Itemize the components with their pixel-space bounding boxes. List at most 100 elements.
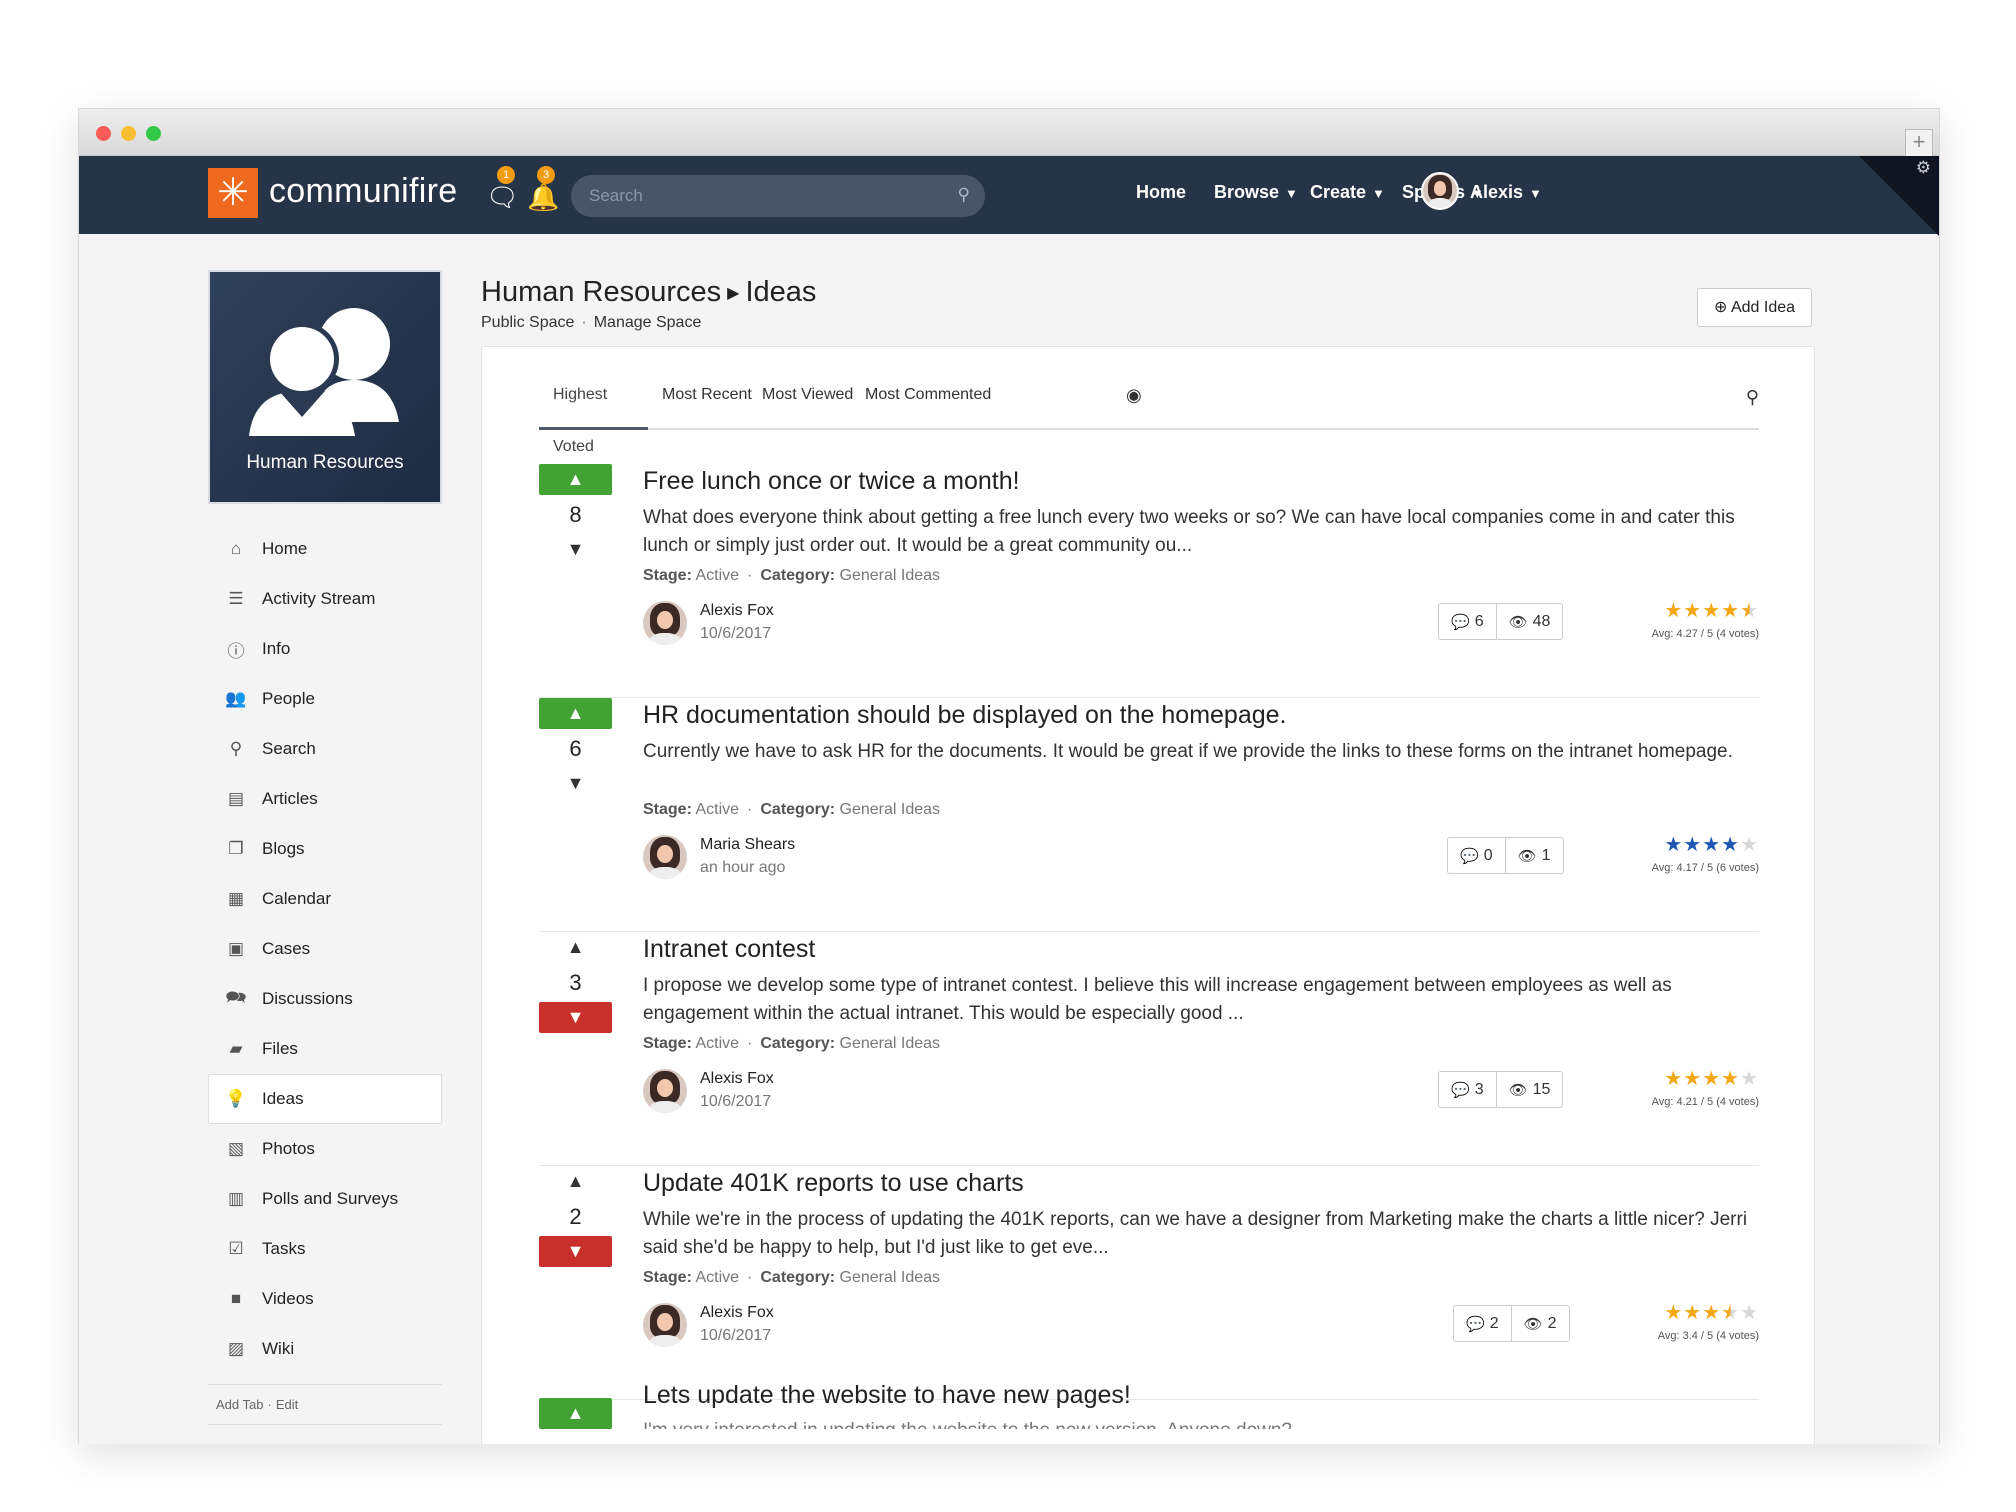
search-icon[interactable]: ⚲ [1746, 387, 1759, 408]
vote-up-button[interactable]: ▲ [539, 1398, 612, 1429]
vote-down-button[interactable]: ▼ [539, 534, 612, 565]
star-icon[interactable]: ★ [1664, 1068, 1683, 1090]
idea-title[interactable]: HR documentation should be displayed on … [643, 701, 1287, 730]
rating-stars[interactable]: ★★★★★ [1652, 832, 1759, 857]
user-avatar[interactable] [1421, 172, 1459, 210]
sidebar-item-cases[interactable]: ▣ Cases [208, 924, 442, 974]
space-title[interactable]: Human Resources [481, 276, 721, 308]
vote-down-button[interactable]: ▼ [539, 768, 612, 799]
search-icon[interactable]: ⚲ [958, 185, 970, 205]
comment-count[interactable]: 💬 3 [1439, 1072, 1496, 1107]
star-icon[interactable]: ★ [1721, 1302, 1740, 1324]
sidebar-item-search[interactable]: ⚲ Search [208, 724, 442, 774]
sidebar-item-wiki[interactable]: ▨ Wiki [208, 1324, 442, 1374]
minimize-window-button[interactable] [121, 126, 136, 141]
global-search[interactable]: ⚲ [571, 175, 985, 217]
star-icon[interactable]: ★ [1664, 1302, 1683, 1324]
star-icon[interactable]: ★ [1702, 600, 1721, 622]
idea-category[interactable]: General Ideas [840, 1035, 941, 1052]
star-icon[interactable]: ★ [1721, 600, 1740, 622]
comment-count[interactable]: 💬 2 [1454, 1306, 1511, 1341]
star-icon[interactable]: ★ [1702, 1302, 1721, 1324]
vote-down-button[interactable]: ▼ [539, 1002, 612, 1033]
vote-up-button[interactable]: ▲ [539, 1166, 612, 1197]
idea-category[interactable]: General Ideas [840, 567, 941, 584]
gear-icon[interactable]: ⚙ [1916, 158, 1931, 178]
vote-up-button[interactable]: ▲ [539, 464, 612, 495]
new-tab-button[interactable]: + [1905, 129, 1933, 157]
author-name[interactable]: Alexis Fox [700, 1304, 774, 1322]
nav-user-menu[interactable]: Alexis ▼ [1470, 182, 1542, 203]
author-name[interactable]: Maria Shears [700, 836, 795, 854]
vote-down-button[interactable]: ▼ [539, 1236, 612, 1267]
idea-title[interactable]: Update 401K reports to use charts [643, 1169, 1024, 1198]
search-input[interactable] [589, 175, 949, 217]
sidebar-item-home[interactable]: ⌂ Home [208, 524, 442, 574]
public-space-link[interactable]: Public Space [481, 314, 574, 331]
author-avatar[interactable] [643, 835, 687, 879]
sidebar-item-activity-stream[interactable]: ☰ Activity Stream [208, 574, 442, 624]
add-tab-link[interactable]: Add Tab [216, 1397, 263, 1412]
sidebar-item-people[interactable]: 👥 People [208, 674, 442, 724]
sidebar-item-tasks[interactable]: ☑ Tasks [208, 1224, 442, 1274]
star-icon[interactable]: ★ [1683, 834, 1702, 856]
communifire-logo[interactable]: ✳ [208, 168, 258, 218]
star-icon[interactable]: ★ [1683, 1068, 1702, 1090]
author-avatar[interactable] [643, 1069, 687, 1113]
sidebar-item-calendar[interactable]: ▦ Calendar [208, 874, 442, 924]
star-icon[interactable]: ★ [1740, 834, 1759, 856]
idea-title[interactable]: Free lunch once or twice a month! [643, 467, 1020, 496]
author-name[interactable]: Alexis Fox [700, 1070, 774, 1088]
star-icon[interactable]: ★ [1683, 1302, 1702, 1324]
star-icon[interactable]: ★ [1721, 834, 1740, 856]
tab-most-recent[interactable]: Most Recent [662, 369, 752, 430]
star-icon[interactable]: ★ [1664, 600, 1683, 622]
author-avatar[interactable] [643, 601, 687, 645]
sidebar-item-articles[interactable]: ▤ Articles [208, 774, 442, 824]
manage-space-link[interactable]: Manage Space [594, 314, 702, 331]
rating-stars[interactable]: ★★★★★ [1652, 1300, 1759, 1325]
space-card[interactable]: Human Resources [208, 270, 442, 504]
close-window-button[interactable] [96, 126, 111, 141]
rating-stars[interactable]: ★★★★★ [1652, 598, 1759, 623]
star-icon[interactable]: ★ [1721, 1068, 1740, 1090]
sidebar-item-discussions[interactable]: 🗪 Discussions [208, 974, 442, 1024]
sidebar-item-blogs[interactable]: ❐ Blogs [208, 824, 442, 874]
idea-category[interactable]: General Ideas [840, 1269, 941, 1286]
vote-up-button[interactable]: ▲ [539, 698, 612, 729]
maximize-window-button[interactable] [146, 126, 161, 141]
author-name[interactable]: Alexis Fox [700, 602, 774, 620]
rating-stars[interactable]: ★★★★★ [1652, 1066, 1759, 1091]
notifications-icon[interactable]: 🔔 [527, 182, 559, 213]
idea-title[interactable]: Intranet contest [643, 935, 815, 964]
star-icon[interactable]: ★ [1740, 1068, 1759, 1090]
sidebar-item-files[interactable]: ▰ Files [208, 1024, 442, 1074]
sidebar-item-photos[interactable]: ▧ Photos [208, 1124, 442, 1174]
star-icon[interactable]: ★ [1740, 1302, 1759, 1324]
brand-name[interactable]: communifire [269, 172, 457, 211]
nav-home[interactable]: Home [1136, 182, 1186, 203]
tab-highest-voted[interactable]: Highest Voted [539, 369, 648, 455]
add-idea-button[interactable]: ⊕ Add Idea [1697, 288, 1812, 327]
star-icon[interactable]: ★ [1664, 834, 1683, 856]
star-icon[interactable]: ★ [1702, 834, 1721, 856]
messages-icon[interactable]: 🗨 [486, 182, 519, 213]
comment-count[interactable]: 💬 6 [1439, 604, 1496, 639]
star-icon[interactable]: ★ [1702, 1068, 1721, 1090]
sidebar-item-videos[interactable]: ■ Videos [208, 1274, 442, 1324]
tab-most-commented[interactable]: Most Commented [865, 369, 991, 430]
tab-most-viewed[interactable]: Most Viewed [762, 369, 853, 430]
sidebar-item-polls-and-surveys[interactable]: ▥ Polls and Surveys [208, 1174, 442, 1224]
star-icon[interactable]: ★ [1683, 600, 1702, 622]
rss-icon[interactable]: ◉ [1126, 385, 1142, 406]
nav-create[interactable]: Create ▼ [1310, 182, 1385, 203]
star-icon[interactable]: ★ [1740, 600, 1759, 622]
edit-link[interactable]: Edit [276, 1397, 298, 1412]
sidebar-item-info[interactable]: ⓘ Info [208, 624, 442, 674]
idea-title[interactable]: Lets update the website to have new page… [643, 1381, 1131, 1410]
nav-browse[interactable]: Browse ▼ [1214, 182, 1298, 203]
comment-count[interactable]: 💬 0 [1448, 838, 1505, 873]
author-avatar[interactable] [643, 1303, 687, 1347]
sidebar-item-ideas[interactable]: 💡 Ideas [208, 1074, 442, 1124]
vote-up-button[interactable]: ▲ [539, 932, 612, 963]
